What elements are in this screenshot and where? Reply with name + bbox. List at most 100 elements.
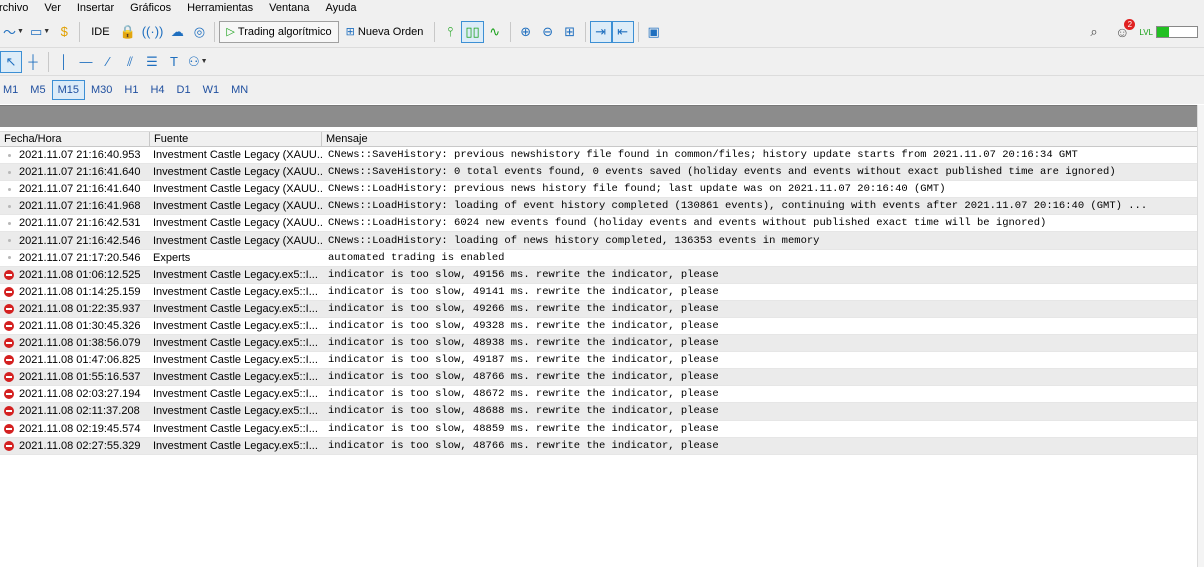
log-row[interactable]: 2021.11.08 02:03:27.194 Investment Castle… bbox=[0, 386, 1197, 404]
column-header-message[interactable]: Mensaje bbox=[322, 132, 1197, 146]
grid-icon[interactable]: ⊞ bbox=[559, 21, 581, 43]
log-source: Investment Castle Legacy (XAUU... bbox=[153, 149, 322, 162]
column-header-source[interactable]: Fuente bbox=[150, 132, 322, 146]
log-time-cell: 2021.11.08 02:27:55.329 bbox=[0, 440, 150, 452]
info-dot-icon bbox=[8, 187, 11, 191]
horizontal-line-icon[interactable]: — bbox=[75, 51, 97, 73]
search-icon[interactable]: ⌕ bbox=[1083, 21, 1105, 43]
info-dot-icon bbox=[8, 170, 11, 174]
column-header-time[interactable]: Fecha/Hora bbox=[0, 132, 150, 146]
log-row[interactable]: 2021.11.08 02:11:37.208 Investment Castle… bbox=[0, 403, 1197, 421]
timeframe-mn[interactable]: MN bbox=[225, 80, 254, 100]
log-time-cell: 2021.11.08 01:06:12.525 bbox=[0, 269, 150, 281]
timeframe-d1[interactable]: D1 bbox=[171, 80, 197, 100]
separator bbox=[214, 21, 216, 42]
trend-line-icon[interactable]: ⁄ bbox=[97, 51, 119, 73]
log-time-cell: 2021.11.08 01:14:25.159 bbox=[0, 286, 150, 298]
log-source: Investment Castle Legacy.ex5::I... bbox=[153, 422, 318, 435]
log-message: CNews::SaveHistory: previous newshistory… bbox=[328, 149, 1078, 162]
log-row[interactable]: 2021.11.07 21:17:20.546 Experts automated … bbox=[0, 250, 1197, 267]
menu-graficos[interactable]: Gráficos bbox=[122, 2, 179, 14]
log-row[interactable]: 2021.11.07 21:16:42.531 Investment Castle… bbox=[0, 215, 1197, 233]
error-icon bbox=[4, 269, 14, 280]
vertical-scrollbar[interactable] bbox=[1197, 105, 1204, 567]
log-row[interactable]: 2021.11.08 01:38:56.079 Investment Castle… bbox=[0, 335, 1197, 353]
equidistant-channel-icon[interactable]: ⫽ bbox=[119, 51, 141, 73]
fibonacci-icon[interactable]: ☰ bbox=[141, 51, 163, 73]
log-time: 2021.11.08 01:30:45.326 bbox=[19, 319, 141, 332]
ide-button[interactable]: IDE bbox=[84, 21, 116, 43]
cursor-icon[interactable]: ↖ bbox=[0, 50, 22, 73]
level-bar-fill bbox=[1157, 27, 1169, 37]
log-source: Experts bbox=[153, 251, 191, 264]
timeframe-m5[interactable]: M5 bbox=[24, 80, 51, 100]
log-time-cell: 2021.11.08 01:47:06.825 bbox=[0, 354, 150, 366]
lock-icon[interactable]: 🔒 bbox=[117, 21, 139, 43]
timeframe-m1[interactable]: M1 bbox=[0, 80, 24, 100]
separator bbox=[509, 21, 511, 42]
cloud-icon[interactable]: ☁ bbox=[166, 21, 188, 43]
log-message: CNews::LoadHistory: loading of event his… bbox=[328, 200, 1148, 213]
algo-trading-button[interactable]: ▷ Trading algorítmico bbox=[219, 20, 339, 43]
error-icon bbox=[4, 286, 14, 297]
log-row[interactable]: 2021.11.07 21:16:41.640 Investment Castle… bbox=[0, 181, 1197, 199]
panel-splitter[interactable] bbox=[0, 105, 1204, 127]
info-dot-icon bbox=[8, 153, 11, 157]
log-source: Investment Castle Legacy.ex5::I... bbox=[153, 371, 318, 384]
log-row[interactable]: 2021.11.08 01:14:25.159 Investment Castle… bbox=[0, 284, 1197, 301]
log-row[interactable]: 2021.11.08 01:47:06.825 Investment Castle… bbox=[0, 352, 1197, 370]
text-icon[interactable]: T bbox=[163, 51, 185, 73]
dollar-icon[interactable]: $ bbox=[53, 21, 75, 43]
log-row[interactable]: 2021.11.08 01:06:12.525 Investment Castle… bbox=[0, 266, 1197, 284]
log-row[interactable]: 2021.11.08 02:27:55.329 Investment Castle… bbox=[0, 437, 1197, 455]
menu-ayuda[interactable]: Ayuda bbox=[318, 2, 365, 14]
menu-ventana[interactable]: Ventana bbox=[261, 2, 317, 14]
error-icon bbox=[4, 423, 14, 434]
log-row[interactable]: 2021.11.08 01:30:45.326 Investment Castle… bbox=[0, 318, 1197, 336]
vertical-line-icon[interactable]: │ bbox=[53, 51, 75, 73]
plus-box-icon: ⊞ bbox=[345, 26, 358, 38]
log-row[interactable]: 2021.11.08 01:22:35.937 Investment Castle… bbox=[0, 300, 1197, 318]
log-header: Fecha/Hora Fuente Mensaje bbox=[0, 131, 1197, 147]
screenshot-icon[interactable]: ▣ bbox=[643, 21, 665, 43]
candles-icon[interactable]: ▯▯ bbox=[461, 20, 484, 43]
zoom-out-icon[interactable]: ⊖ bbox=[537, 21, 559, 43]
separator bbox=[584, 21, 586, 42]
autoscroll-icon[interactable]: ⇥ bbox=[589, 20, 612, 43]
log-source: Investment Castle Legacy (XAUU... bbox=[153, 200, 322, 213]
play-icon: ▷ bbox=[226, 26, 238, 38]
chart-shift-icon[interactable]: ⇤ bbox=[611, 20, 634, 43]
new-order-button[interactable]: ⊞ Nueva Orden bbox=[339, 21, 431, 43]
menu-ver[interactable]: Ver bbox=[36, 2, 69, 14]
log-row[interactable]: 2021.11.07 21:16:40.953 Investment Castle… bbox=[0, 147, 1197, 165]
lvl-label: LVL bbox=[1139, 27, 1153, 37]
menu-herramientas[interactable]: Herramientas bbox=[179, 2, 261, 14]
chart-type-icon[interactable]: 〜 ▼ bbox=[0, 21, 27, 43]
timeframe-m15[interactable]: M15 bbox=[51, 80, 85, 100]
log-source: Investment Castle Legacy (XAUU... bbox=[153, 234, 322, 247]
timeframe-h1[interactable]: H1 bbox=[118, 80, 144, 100]
error-icon bbox=[4, 440, 14, 451]
crosshair-icon[interactable]: ┼ bbox=[22, 51, 44, 73]
log-row[interactable]: 2021.11.07 21:16:42.546 Investment Castle… bbox=[0, 232, 1197, 250]
log-row[interactable]: 2021.11.08 01:55:16.537 Investment Castle… bbox=[0, 369, 1197, 387]
bar-chart-icon[interactable]: ⫯ bbox=[439, 21, 461, 43]
log-row[interactable]: 2021.11.08 02:19:45.574 Investment Castle… bbox=[0, 421, 1197, 438]
log-source: Investment Castle Legacy.ex5::I... bbox=[153, 319, 318, 332]
log-row[interactable]: 2021.11.07 21:16:41.968 Investment Castle… bbox=[0, 198, 1197, 216]
signal-icon[interactable]: ((·)) bbox=[139, 21, 167, 43]
line-chart-icon[interactable]: ∿ bbox=[484, 21, 506, 43]
menu-insertar[interactable]: Insertar bbox=[69, 2, 122, 14]
log-row[interactable]: 2021.11.07 21:16:41.640 Investment Castle… bbox=[0, 164, 1197, 182]
menu-archivo[interactable]: rchivo bbox=[0, 2, 36, 14]
template-icon[interactable]: ▭ ▼ bbox=[27, 21, 53, 43]
right-tools: ⌕ ☺ 2 LVL bbox=[1083, 16, 1198, 48]
timeframe-m30[interactable]: M30 bbox=[85, 80, 118, 100]
notification-count: 2 bbox=[1124, 19, 1136, 30]
timeframe-h4[interactable]: H4 bbox=[144, 80, 170, 100]
zoom-in-icon[interactable]: ⊕ bbox=[515, 21, 537, 43]
vps-icon[interactable]: ◎ bbox=[188, 21, 210, 43]
timeframe-w1[interactable]: W1 bbox=[197, 80, 226, 100]
shapes-icon[interactable]: ⚇ ▼ bbox=[185, 51, 211, 73]
notifications-icon[interactable]: ☺ 2 bbox=[1115, 19, 1136, 40]
